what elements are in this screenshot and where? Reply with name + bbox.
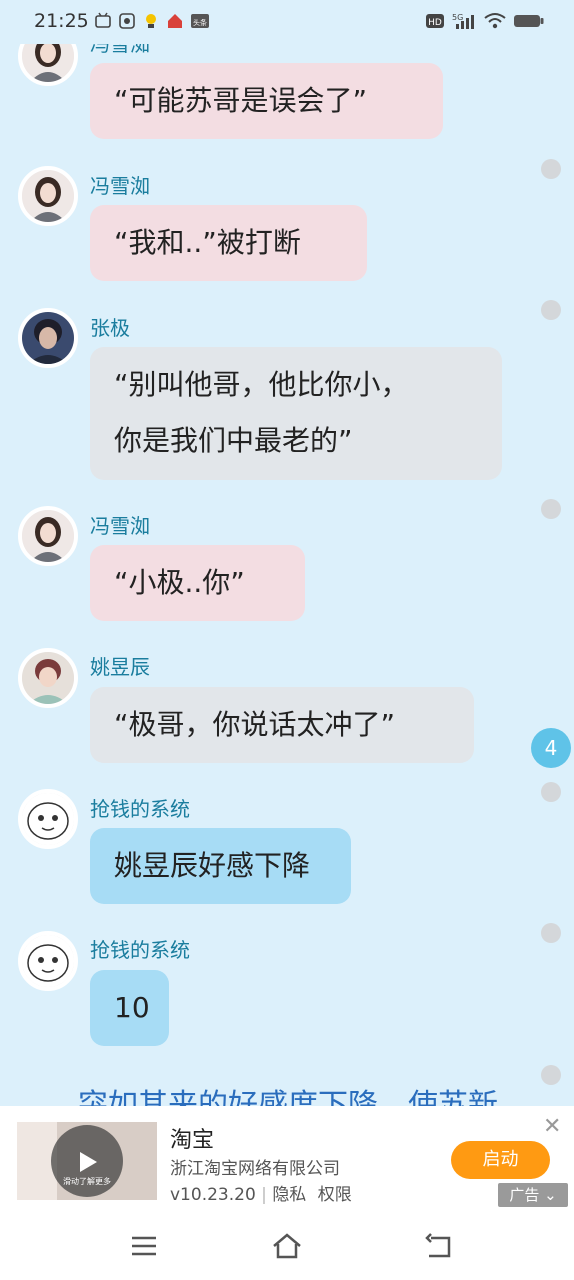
avatar[interactable] <box>18 648 78 708</box>
message-bubble[interactable]: 10 <box>90 970 169 1046</box>
boy-avatar-icon <box>22 312 74 364</box>
ad-meta: v10.23.20 | 隐私 权限 <box>170 1185 352 1205</box>
ad-tag-label: 广告 <box>509 1186 540 1204</box>
status-dot <box>541 1065 561 1085</box>
message-bubble[interactable]: “可能苏哥是误会了” <box>90 63 443 139</box>
avatar[interactable] <box>18 931 78 991</box>
unread-count-badge[interactable]: 4 <box>531 728 571 768</box>
status-bar: 21:25 头条 HD 5G <box>0 0 574 44</box>
avatar[interactable] <box>18 44 78 86</box>
sender-name: 姚昱辰 <box>90 655 150 679</box>
ad-permissions-link[interactable]: 权限 <box>318 1185 352 1205</box>
status-dot <box>541 300 561 320</box>
boy-avatar-icon <box>22 652 74 704</box>
girl-avatar-icon <box>22 510 74 562</box>
ad-version: v10.23.20 <box>170 1185 256 1205</box>
ad-tag[interactable]: 广告 ⌄ <box>498 1183 568 1207</box>
back-icon[interactable] <box>423 1232 455 1260</box>
ad-privacy-link[interactable]: 隐私 <box>272 1185 306 1205</box>
close-icon[interactable]: ✕ <box>543 1114 561 1139</box>
sender-name: 抢钱的系统 <box>90 938 190 962</box>
status-dot <box>541 923 561 943</box>
avatar[interactable] <box>18 166 78 226</box>
signal-5g-icon: 5G <box>452 13 474 29</box>
meme-face-avatar-icon <box>22 935 74 987</box>
chat-area[interactable]: 冯雪洳 “可能苏哥是误会了” 冯雪洳 “我和..”被打断 张极 “别叫他哥，他比… <box>0 44 574 1106</box>
avatar[interactable] <box>18 308 78 368</box>
message-line: 你是我们中最老的” <box>114 424 353 457</box>
ad-app-title: 淘宝 <box>170 1128 215 1153</box>
sender-name: 张极 <box>90 316 130 340</box>
home-app-icon <box>168 14 182 28</box>
sender-name: 抢钱的系统 <box>90 797 190 821</box>
avatar[interactable] <box>18 506 78 566</box>
battery-icon <box>514 15 544 27</box>
sender-name: 冯雪洳 <box>90 514 150 538</box>
message-line: “别叫他哥，他比你小， <box>114 368 409 401</box>
message-bubble[interactable]: 姚昱辰好感下降 <box>90 828 351 904</box>
toutiao-icon: 头条 <box>191 14 209 28</box>
hd-icon: HD <box>426 14 444 28</box>
ad-thumbnail[interactable]: 滑动了解更多 <box>17 1122 157 1200</box>
menu-icon[interactable] <box>128 1232 160 1260</box>
girl-avatar-icon <box>22 170 74 222</box>
ad-company: 浙江淘宝网络有限公司 <box>170 1159 340 1179</box>
status-time: 21:25 <box>34 10 89 32</box>
svg-text:头条: 头条 <box>193 18 207 27</box>
app-icon <box>119 13 135 29</box>
svg-text:HD: HD <box>428 18 442 28</box>
status-right-icons: HD 5G <box>426 12 544 30</box>
meme-face-avatar-icon <box>22 793 74 845</box>
ad-launch-button[interactable]: 启动 <box>451 1141 550 1179</box>
sender-name: 冯雪洳 <box>90 44 150 56</box>
message-bubble[interactable]: “别叫他哥，他比你小， 你是我们中最老的” <box>90 347 502 480</box>
avatar[interactable] <box>18 789 78 849</box>
system-nav-bar <box>0 1212 574 1280</box>
bulb-icon <box>146 14 156 28</box>
svg-text:滑动了解更多: 滑动了解更多 <box>63 1176 111 1186</box>
status-dot <box>541 499 561 519</box>
video-play-icon: 滑动了解更多 <box>17 1122 157 1200</box>
girl-avatar-icon <box>22 44 74 82</box>
message-bubble[interactable]: “极哥，你说话太冲了” <box>90 687 474 763</box>
message-bubble[interactable]: “小极..你” <box>90 545 305 621</box>
chevron-down-icon: ⌄ <box>544 1186 557 1204</box>
sender-name: 冯雪洳 <box>90 174 150 198</box>
home-icon[interactable] <box>271 1232 303 1260</box>
status-dot <box>541 782 561 802</box>
status-dot <box>541 159 561 179</box>
ad-banner[interactable]: 滑动了解更多 淘宝 浙江淘宝网络有限公司 v10.23.20 | 隐私 权限 启… <box>0 1106 574 1212</box>
svg-text:5G: 5G <box>452 13 463 22</box>
message-bubble[interactable]: “我和..”被打断 <box>90 205 367 281</box>
wifi-icon <box>484 13 506 29</box>
bilibili-icon <box>95 12 111 28</box>
